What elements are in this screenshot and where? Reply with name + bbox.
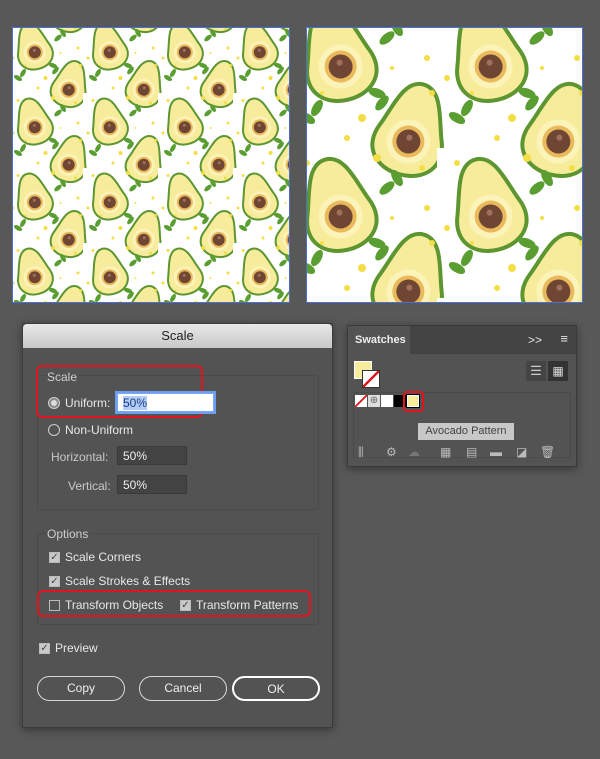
swatches-panel: Swatches >> ≡ ☰ ▦ ⊕ Avocado Pattern ⫼ ⚙ …: [347, 325, 577, 467]
checkbox-empty-icon: [49, 599, 60, 611]
scale-corners-checkbox[interactable]: ✓ Scale Corners: [49, 550, 141, 564]
check-icon: ✓: [180, 599, 191, 611]
ok-button[interactable]: OK: [232, 676, 320, 701]
transform-patterns-checkbox[interactable]: ✓ Transform Patterns: [180, 598, 298, 612]
swatch-white[interactable]: [381, 395, 393, 407]
uniform-radio[interactable]: Uniform:: [48, 396, 110, 410]
copy-button[interactable]: Copy: [37, 676, 125, 701]
check-icon: ✓: [49, 575, 60, 587]
new-swatch-icon[interactable]: ◪: [516, 445, 527, 459]
uniform-label: Uniform:: [65, 396, 111, 410]
horizontal-input[interactable]: 50%: [117, 446, 187, 465]
preview-checkbox[interactable]: ✓ Preview: [39, 641, 98, 655]
stroke-swatch[interactable]: [362, 370, 380, 388]
tab-swatches[interactable]: Swatches: [348, 326, 410, 354]
non-uniform-radio[interactable]: Non-Uniform: [48, 423, 133, 437]
artboard-right: [306, 27, 583, 303]
horizontal-label: Horizontal:: [51, 450, 109, 464]
vertical-input[interactable]: 50%: [117, 475, 187, 494]
avocado-pattern-small: [13, 28, 289, 302]
trash-icon[interactable]: 🗑: [540, 445, 555, 459]
scale-strokes-checkbox[interactable]: ✓ Scale Strokes & Effects: [49, 574, 190, 588]
swatch-libraries-icon[interactable]: ⫼: [358, 445, 364, 460]
kind-menu-icon[interactable]: ⚙: [386, 445, 397, 459]
new-folder-icon[interactable]: ▬: [490, 445, 502, 459]
dialog-title: Scale: [23, 324, 332, 348]
cancel-button[interactable]: Cancel: [139, 676, 227, 701]
grid-view-icon[interactable]: ▦: [548, 361, 568, 381]
radio-selected-icon: [48, 397, 60, 409]
cloud-icon: ☁: [408, 445, 420, 459]
highlight-swatch: [403, 391, 424, 412]
artboard-left: [12, 27, 290, 303]
color-group-icon[interactable]: ▤: [466, 445, 477, 459]
vertical-label: Vertical:: [68, 479, 111, 493]
swatch-none[interactable]: [355, 395, 367, 407]
panel-menu-icon[interactable]: ≡: [560, 331, 568, 346]
radio-icon: [48, 424, 60, 436]
non-uniform-label: Non-Uniform: [65, 423, 134, 437]
list-view-icon[interactable]: ☰: [526, 361, 546, 381]
check-icon: ✓: [49, 551, 60, 563]
scale-dialog: Scale Scale Uniform: 50% Non-Uniform Hor…: [22, 323, 333, 728]
uniform-input[interactable]: 50%: [117, 393, 214, 412]
avocado-pattern-large: [307, 28, 582, 302]
swatch-options-icon[interactable]: ▦: [440, 445, 451, 459]
options-group-label: Options: [47, 527, 92, 541]
check-icon: ✓: [39, 642, 50, 654]
swatch-registration[interactable]: ⊕: [368, 395, 380, 407]
collapse-button[interactable]: >>: [528, 333, 542, 347]
tooltip: Avocado Pattern: [418, 423, 514, 440]
transform-objects-checkbox[interactable]: Transform Objects: [49, 598, 163, 612]
